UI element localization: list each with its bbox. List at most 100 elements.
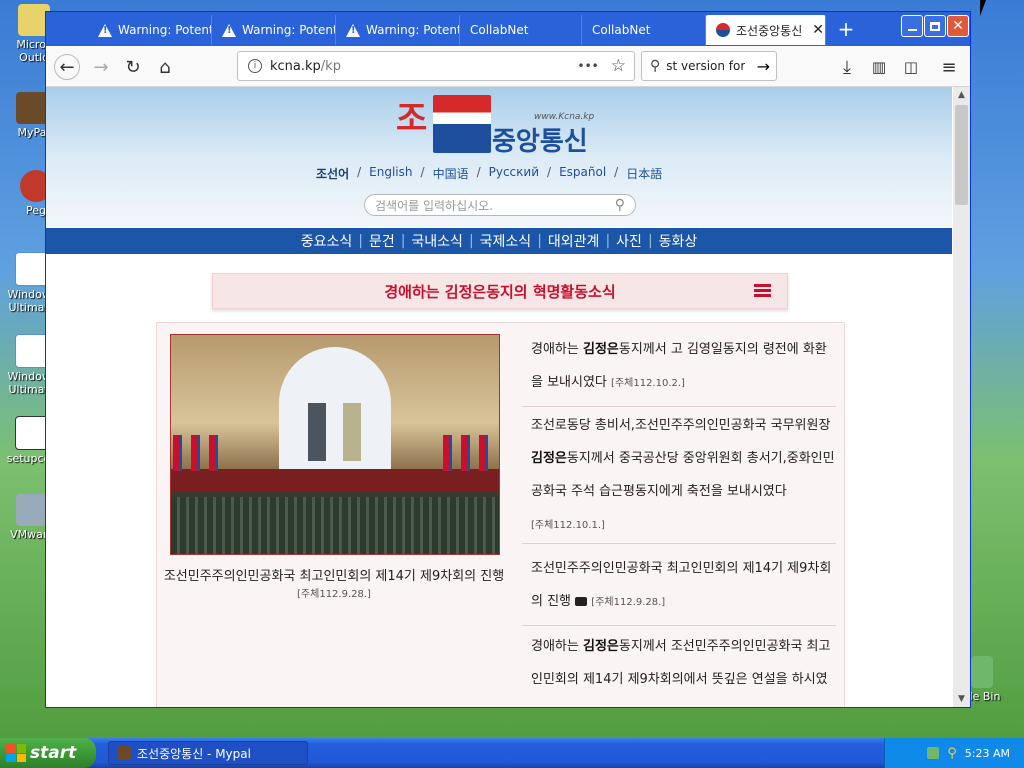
vertical-scrollbar[interactable]: ▲ ▼ xyxy=(953,87,970,707)
reload-button[interactable]: ↻ xyxy=(120,54,146,80)
tab-label: Warning: Potent xyxy=(242,23,336,37)
close-tab-icon[interactable]: ✕ xyxy=(812,22,824,38)
new-tab-button[interactable]: + xyxy=(834,15,858,43)
lang-chinese[interactable]: 中国语 xyxy=(433,165,469,182)
page-actions-button[interactable]: ••• xyxy=(578,59,599,73)
menu-divider: | xyxy=(647,233,653,249)
photo-arch xyxy=(279,347,391,469)
desktop-icon-label: Peg xyxy=(26,204,46,217)
logo-emblem-icon xyxy=(433,95,491,153)
network-icon[interactable] xyxy=(927,747,940,759)
menu-item-documents[interactable]: 문건 xyxy=(369,231,395,251)
mypal-icon xyxy=(16,92,48,124)
news-divider xyxy=(522,543,836,544)
start-label: start xyxy=(30,743,77,763)
browser-window: Warning: Potent Warning: Potent Warning:… xyxy=(45,11,971,708)
menu-divider: | xyxy=(605,233,611,249)
downloads-button[interactable]: ⤓ xyxy=(834,54,860,80)
tab-kcna[interactable]: 조선중앙통신 ✕ xyxy=(706,15,826,45)
url-host: kcna.kp xyxy=(270,58,321,74)
photo-stage xyxy=(171,469,499,491)
minimize-button[interactable] xyxy=(901,15,923,37)
camera-icon xyxy=(575,597,588,606)
warning-icon xyxy=(222,23,236,37)
sidebar-button[interactable]: ◫ xyxy=(898,54,924,80)
scroll-down-icon[interactable]: ▼ xyxy=(953,691,970,707)
menu-item-videos[interactable]: 동화상 xyxy=(659,231,698,251)
lang-japanese[interactable]: 日本語 xyxy=(626,165,662,182)
navigation-toolbar: ← → ↻ ⌂ i kcna.kp /kp ••• ☆ ⚲ st version… xyxy=(46,46,970,87)
lang-russian[interactable]: Русский xyxy=(489,165,539,182)
tab-collabnet-1[interactable]: CollabNet xyxy=(460,15,582,45)
close-window-button[interactable]: ✕ xyxy=(947,15,969,37)
site-logo[interactable]: 조 선 중앙통신 www.Kcna.kp xyxy=(396,91,616,157)
logo-bottom: 중앙통신 xyxy=(492,127,588,157)
photo-caption[interactable]: 조선민주주의인민공화국 최고인민회의 제14기 제9차회의 진행 xyxy=(157,565,511,584)
forward-button[interactable]: → xyxy=(88,54,114,80)
scroll-up-icon[interactable]: ▲ xyxy=(953,87,970,103)
site-search-placeholder: 검색어를 입력하십시오. xyxy=(375,198,494,213)
clock[interactable]: 5:23 AM xyxy=(965,747,1010,760)
photo-date: [주체112.9.28.] xyxy=(297,589,371,600)
taskbar-item-mypal[interactable]: 조선중앙통신 - Mypal xyxy=(108,741,308,765)
url-bar[interactable]: i kcna.kp /kp ••• ☆ xyxy=(237,51,635,81)
menu-item-important[interactable]: 중요소식 xyxy=(301,231,353,251)
start-button[interactable]: start xyxy=(0,738,96,768)
desktop-icon-label: MyPa xyxy=(17,126,47,139)
news-name-bold: 김정은 xyxy=(531,451,567,466)
news-date: [주체112.9.28.] xyxy=(591,597,666,608)
news-text: 경애하는 xyxy=(531,639,583,654)
search-tray-icon[interactable]: ⚲ xyxy=(947,746,957,761)
search-go-icon[interactable]: → xyxy=(757,57,770,76)
menu-item-external-relations[interactable]: 대외관계 xyxy=(548,231,600,251)
recycle-bin-icon xyxy=(971,656,993,688)
bookmark-star-icon[interactable]: ☆ xyxy=(611,56,626,76)
news-divider xyxy=(522,625,836,626)
news-item[interactable]: 조선민주주의인민공화국 최고인민회의 제14기 제9차회의 진행 [주체112.… xyxy=(531,552,835,619)
tab-warning-1[interactable]: Warning: Potent xyxy=(88,15,212,45)
lang-korean[interactable]: 조선어 xyxy=(316,165,349,182)
lang-spanish[interactable]: Español xyxy=(559,165,606,182)
vmware-icon xyxy=(16,494,48,526)
news-item[interactable]: 경애하는 김정은동지께서 고 김영일동지의 령전에 화환을 보내시였다 [주체1… xyxy=(531,333,835,400)
photo-audience xyxy=(171,497,499,554)
section-title[interactable]: 경애하는 김정은동지의 혁명활동소식 xyxy=(212,273,788,309)
photo-flags-left xyxy=(173,435,223,471)
scrollbar-thumb[interactable] xyxy=(955,105,968,205)
lang-separator: / xyxy=(476,165,481,179)
photo-figure-right xyxy=(343,403,361,461)
list-icon[interactable] xyxy=(754,284,771,298)
system-tray: ⚲ 5:23 AM xyxy=(884,738,1024,768)
tab-warning-2[interactable]: Warning: Potent xyxy=(212,15,336,45)
tab-warning-3[interactable]: Warning: Potent xyxy=(336,15,460,45)
news-item[interactable]: 조선로동당 총비서,조선민주주의인민공화국 국무위원장 김정은동지께서 중국공산… xyxy=(531,409,835,542)
news-item[interactable]: 경애하는 김정은동지께서 조선민주주의인민공화국 최고인민회의 제14기 제9차… xyxy=(531,630,835,696)
maximize-button[interactable] xyxy=(924,15,946,37)
menu-item-photos[interactable]: 사진 xyxy=(616,231,642,251)
home-button[interactable]: ⌂ xyxy=(152,54,178,80)
ie-icon xyxy=(15,334,49,368)
info-icon[interactable]: i xyxy=(248,59,262,73)
windows-logo-icon xyxy=(6,744,26,762)
news-text: 동지께서 중국공산당 중앙위원회 총서기,중화인민공화국 주석 습근평동지에게 … xyxy=(531,451,835,499)
search-bar[interactable]: ⚲ st version for → xyxy=(641,51,777,81)
site-search-icon[interactable]: ⚲ xyxy=(615,197,625,213)
lang-separator: / xyxy=(547,165,552,179)
main-menu: 중요소식 | 문건 | 국내소식 | 국제소식 | 대외관계 | 사진 | 동화상 xyxy=(46,228,952,254)
featured-photo[interactable] xyxy=(170,334,500,555)
menu-item-domestic[interactable]: 국내소식 xyxy=(411,231,463,251)
warning-icon xyxy=(346,23,360,37)
menu-button[interactable]: ≡ xyxy=(936,54,962,80)
tab-collabnet-2[interactable]: CollabNet xyxy=(582,15,706,45)
close-icon: ✕ xyxy=(952,18,964,34)
library-button[interactable]: ▥ xyxy=(866,54,892,80)
back-button[interactable]: ← xyxy=(54,54,80,80)
menu-item-international[interactable]: 국제소식 xyxy=(480,231,532,251)
tab-label: CollabNet xyxy=(592,23,651,37)
news-name-bold: 김정은 xyxy=(582,639,619,654)
photo-figure-left xyxy=(308,403,326,461)
lang-english[interactable]: English xyxy=(369,165,412,182)
task-label: 조선중앙통신 - Mypal xyxy=(137,746,251,761)
site-search-input[interactable]: 검색어를 입력하십시오. ⚲ xyxy=(364,194,636,216)
language-selector: 조선어 / English / 中国语 / Русский / Español / 日本語 xyxy=(316,165,662,182)
